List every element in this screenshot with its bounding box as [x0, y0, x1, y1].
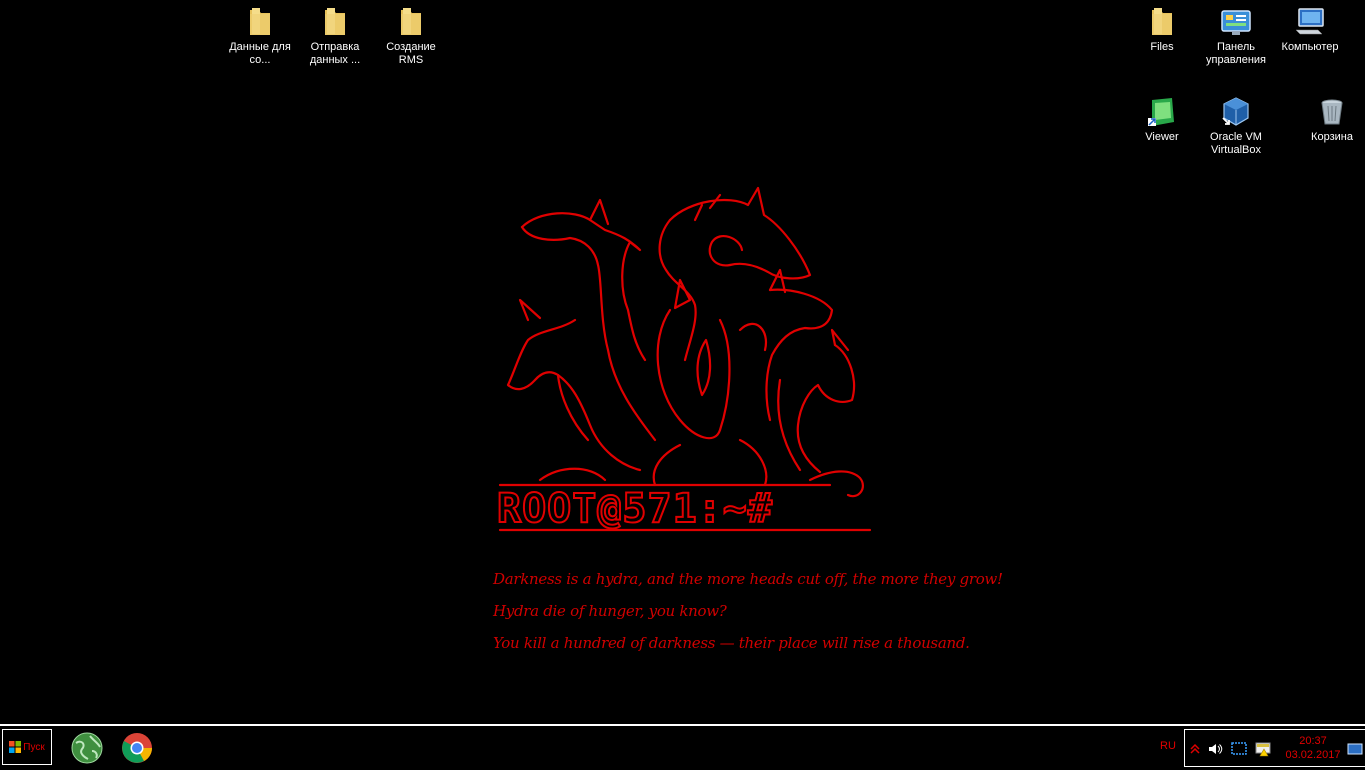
network-icon: [1231, 742, 1247, 755]
folder-icon: [1152, 8, 1172, 35]
desktop-icon-control-panel[interactable]: Панель управления: [1203, 0, 1269, 67]
folder-icon: [325, 8, 345, 35]
quote-line: You kill a hundred of darkness — their p…: [493, 634, 970, 652]
language-indicator[interactable]: RU: [1160, 740, 1176, 752]
taskbar-app-chrome[interactable]: [120, 731, 154, 765]
desktop-icon-viewer[interactable]: Viewer: [1129, 90, 1195, 144]
desktop-icon-send-folder[interactable]: Отправка данных ...: [302, 0, 368, 67]
network-button[interactable]: [1231, 741, 1247, 757]
show-desktop-icon: [1347, 743, 1363, 755]
desktop-icon-data-folder[interactable]: Данные для со...: [227, 0, 293, 67]
desktop-icon-label: Создание RMS: [386, 41, 436, 66]
taskbar-clock[interactable]: 20:37 03.02.2017: [1281, 734, 1345, 762]
desktop-icon-label: Files: [1150, 41, 1174, 53]
quote-line: Darkness is a hydra, and the more heads …: [493, 570, 1003, 588]
desktop-icon-files[interactable]: Files: [1129, 0, 1195, 54]
desktop-icon-virtualbox[interactable]: Oracle VM VirtualBox: [1203, 90, 1269, 157]
chrome-icon: [122, 733, 152, 763]
desktop: Данные для со... Отправка данных ... Соз…: [0, 0, 1365, 724]
desktop-icon-rms-folder[interactable]: Создание RMS: [378, 0, 444, 67]
folder-icon: [401, 8, 421, 35]
wallpaper-brand-text: ROOT@571:~#: [496, 485, 773, 533]
folder-icon: [250, 8, 270, 35]
system-tray: 20:37 03.02.2017: [1184, 729, 1365, 767]
start-button[interactable]: Пуск: [2, 729, 52, 765]
volume-icon: [1209, 744, 1223, 754]
control-panel-icon: [1221, 10, 1251, 35]
quote-line: Hydra die of hunger, you know?: [493, 602, 727, 620]
desktop-icon-label: Viewer: [1145, 131, 1179, 143]
action-center-button[interactable]: [1255, 741, 1271, 757]
viewer-icon: [1148, 98, 1174, 126]
desktop-icon-label: Oracle VM VirtualBox: [1210, 131, 1262, 156]
virtualbox-icon: [1222, 97, 1249, 126]
desktop-icon-label: Корзина: [1311, 131, 1353, 143]
clock-time: 20:37: [1299, 735, 1327, 747]
chevron-up-icon: [1190, 743, 1200, 754]
desktop-icon-label: Отправка данных ...: [309, 41, 361, 66]
taskbar-app-network-globe[interactable]: [70, 731, 104, 765]
action-center-icon: [1255, 742, 1271, 757]
desktop-icon-computer[interactable]: Компьютер: [1277, 0, 1343, 54]
desktop-icon-recycle-bin[interactable]: Корзина: [1299, 90, 1365, 144]
volume-button[interactable]: [1207, 741, 1223, 757]
network-globe-icon: [71, 732, 103, 764]
show-desktop-button[interactable]: [1347, 741, 1363, 757]
desktop-icon-label: Панель управления: [1206, 41, 1266, 66]
desktop-icon-label: Компьютер: [1281, 41, 1339, 53]
show-hidden-icons-button[interactable]: [1187, 741, 1203, 757]
computer-icon: [1295, 8, 1324, 35]
desktop-icon-label: Данные для со...: [229, 41, 291, 66]
recycle-bin-icon: [1321, 99, 1343, 125]
start-label: Пуск: [23, 741, 45, 753]
windows-logo-icon: [9, 741, 22, 753]
clock-date: 03.02.2017: [1285, 749, 1341, 761]
taskbar: Пуск RU 20:37 03.02.2017: [0, 724, 1365, 767]
wallpaper-quote: Darkness is a hydra, and the more heads …: [493, 562, 1003, 658]
